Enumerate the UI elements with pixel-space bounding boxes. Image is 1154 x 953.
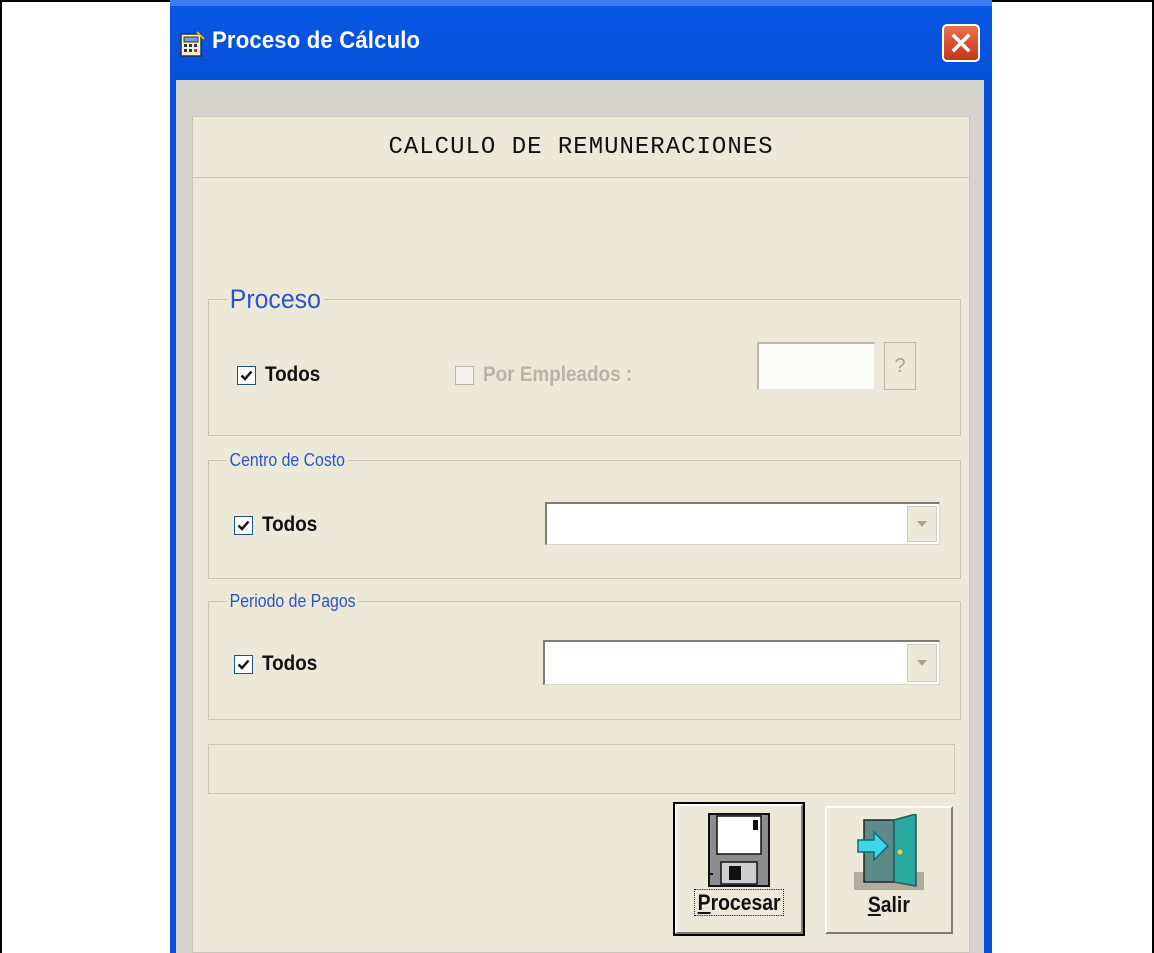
window-title: Proceso de Cálculo — [212, 27, 421, 54]
proceso-group: Proceso Todos Por Empleados : ? — [208, 283, 961, 436]
procesar-label-rest: rocesar — [710, 890, 781, 915]
salir-label: Salir — [868, 892, 910, 918]
employee-code-input[interactable] — [757, 342, 875, 390]
checkbox-box — [234, 515, 253, 535]
proceso-todos-checkbox[interactable]: Todos — [237, 363, 326, 387]
centro-costo-todos-checkbox[interactable]: Todos — [234, 513, 323, 537]
centro-costo-legend: Centro de Costo — [227, 450, 348, 472]
close-icon — [951, 33, 971, 53]
floppy-disk-icon — [708, 813, 770, 887]
salir-accelerator: S — [868, 892, 881, 917]
centro-costo-todos-label: Todos — [262, 513, 318, 536]
focus-rectangle: Procesar — [694, 889, 784, 916]
checkmark-icon — [237, 659, 250, 670]
salir-label-rest: alir — [880, 892, 910, 917]
form-panel: CALCULO DE REMUNERACIONES Proceso Todos … — [192, 116, 970, 953]
calculator-app-icon — [180, 31, 205, 57]
status-bar — [208, 744, 955, 794]
procesar-button[interactable]: Procesar — [673, 802, 805, 936]
periodo-pagos-dropdown[interactable] — [543, 640, 940, 685]
close-button[interactable] — [942, 24, 980, 62]
periodo-pagos-group: Periodo de Pagos Todos — [208, 591, 961, 720]
checkbox-box — [237, 365, 256, 385]
proceso-legend: Proceso — [227, 283, 324, 315]
exit-door-icon — [854, 814, 924, 890]
chevron-down-icon — [917, 660, 927, 666]
dropdown-arrow-button[interactable] — [907, 506, 937, 542]
centro-costo-dropdown[interactable] — [545, 502, 940, 545]
periodo-pagos-todos-checkbox[interactable]: Todos — [234, 652, 323, 676]
chevron-down-icon — [917, 521, 927, 527]
form-title: CALCULO DE REMUNERACIONES — [193, 117, 969, 178]
checkmark-icon — [237, 520, 250, 531]
lookup-button-label: ? — [894, 354, 906, 377]
checkmark-icon — [240, 370, 253, 381]
por-empleados-checkbox[interactable]: Por Empleados : — [455, 363, 649, 387]
dialog-window: Proceso de Cálculo CALCULO DE REMUNERACI… — [170, 0, 992, 953]
checkbox-box — [234, 654, 253, 674]
periodo-pagos-legend: Periodo de Pagos — [227, 591, 359, 613]
checkbox-box — [455, 365, 474, 385]
proceso-todos-label: Todos — [265, 363, 321, 386]
dropdown-arrow-button[interactable] — [907, 644, 937, 682]
procesar-label: Procesar — [694, 889, 784, 916]
procesar-accelerator: P — [697, 890, 711, 915]
por-empleados-label: Por Empleados : — [483, 363, 633, 386]
salir-button[interactable]: Salir — [825, 806, 953, 934]
employee-lookup-button[interactable]: ? — [884, 342, 916, 390]
title-bar[interactable]: Proceso de Cálculo — [170, 0, 992, 90]
window-client-area: CALCULO DE REMUNERACIONES Proceso Todos … — [176, 80, 984, 953]
periodo-pagos-todos-label: Todos — [262, 652, 318, 675]
centro-costo-group: Centro de Costo Todos — [208, 450, 961, 579]
